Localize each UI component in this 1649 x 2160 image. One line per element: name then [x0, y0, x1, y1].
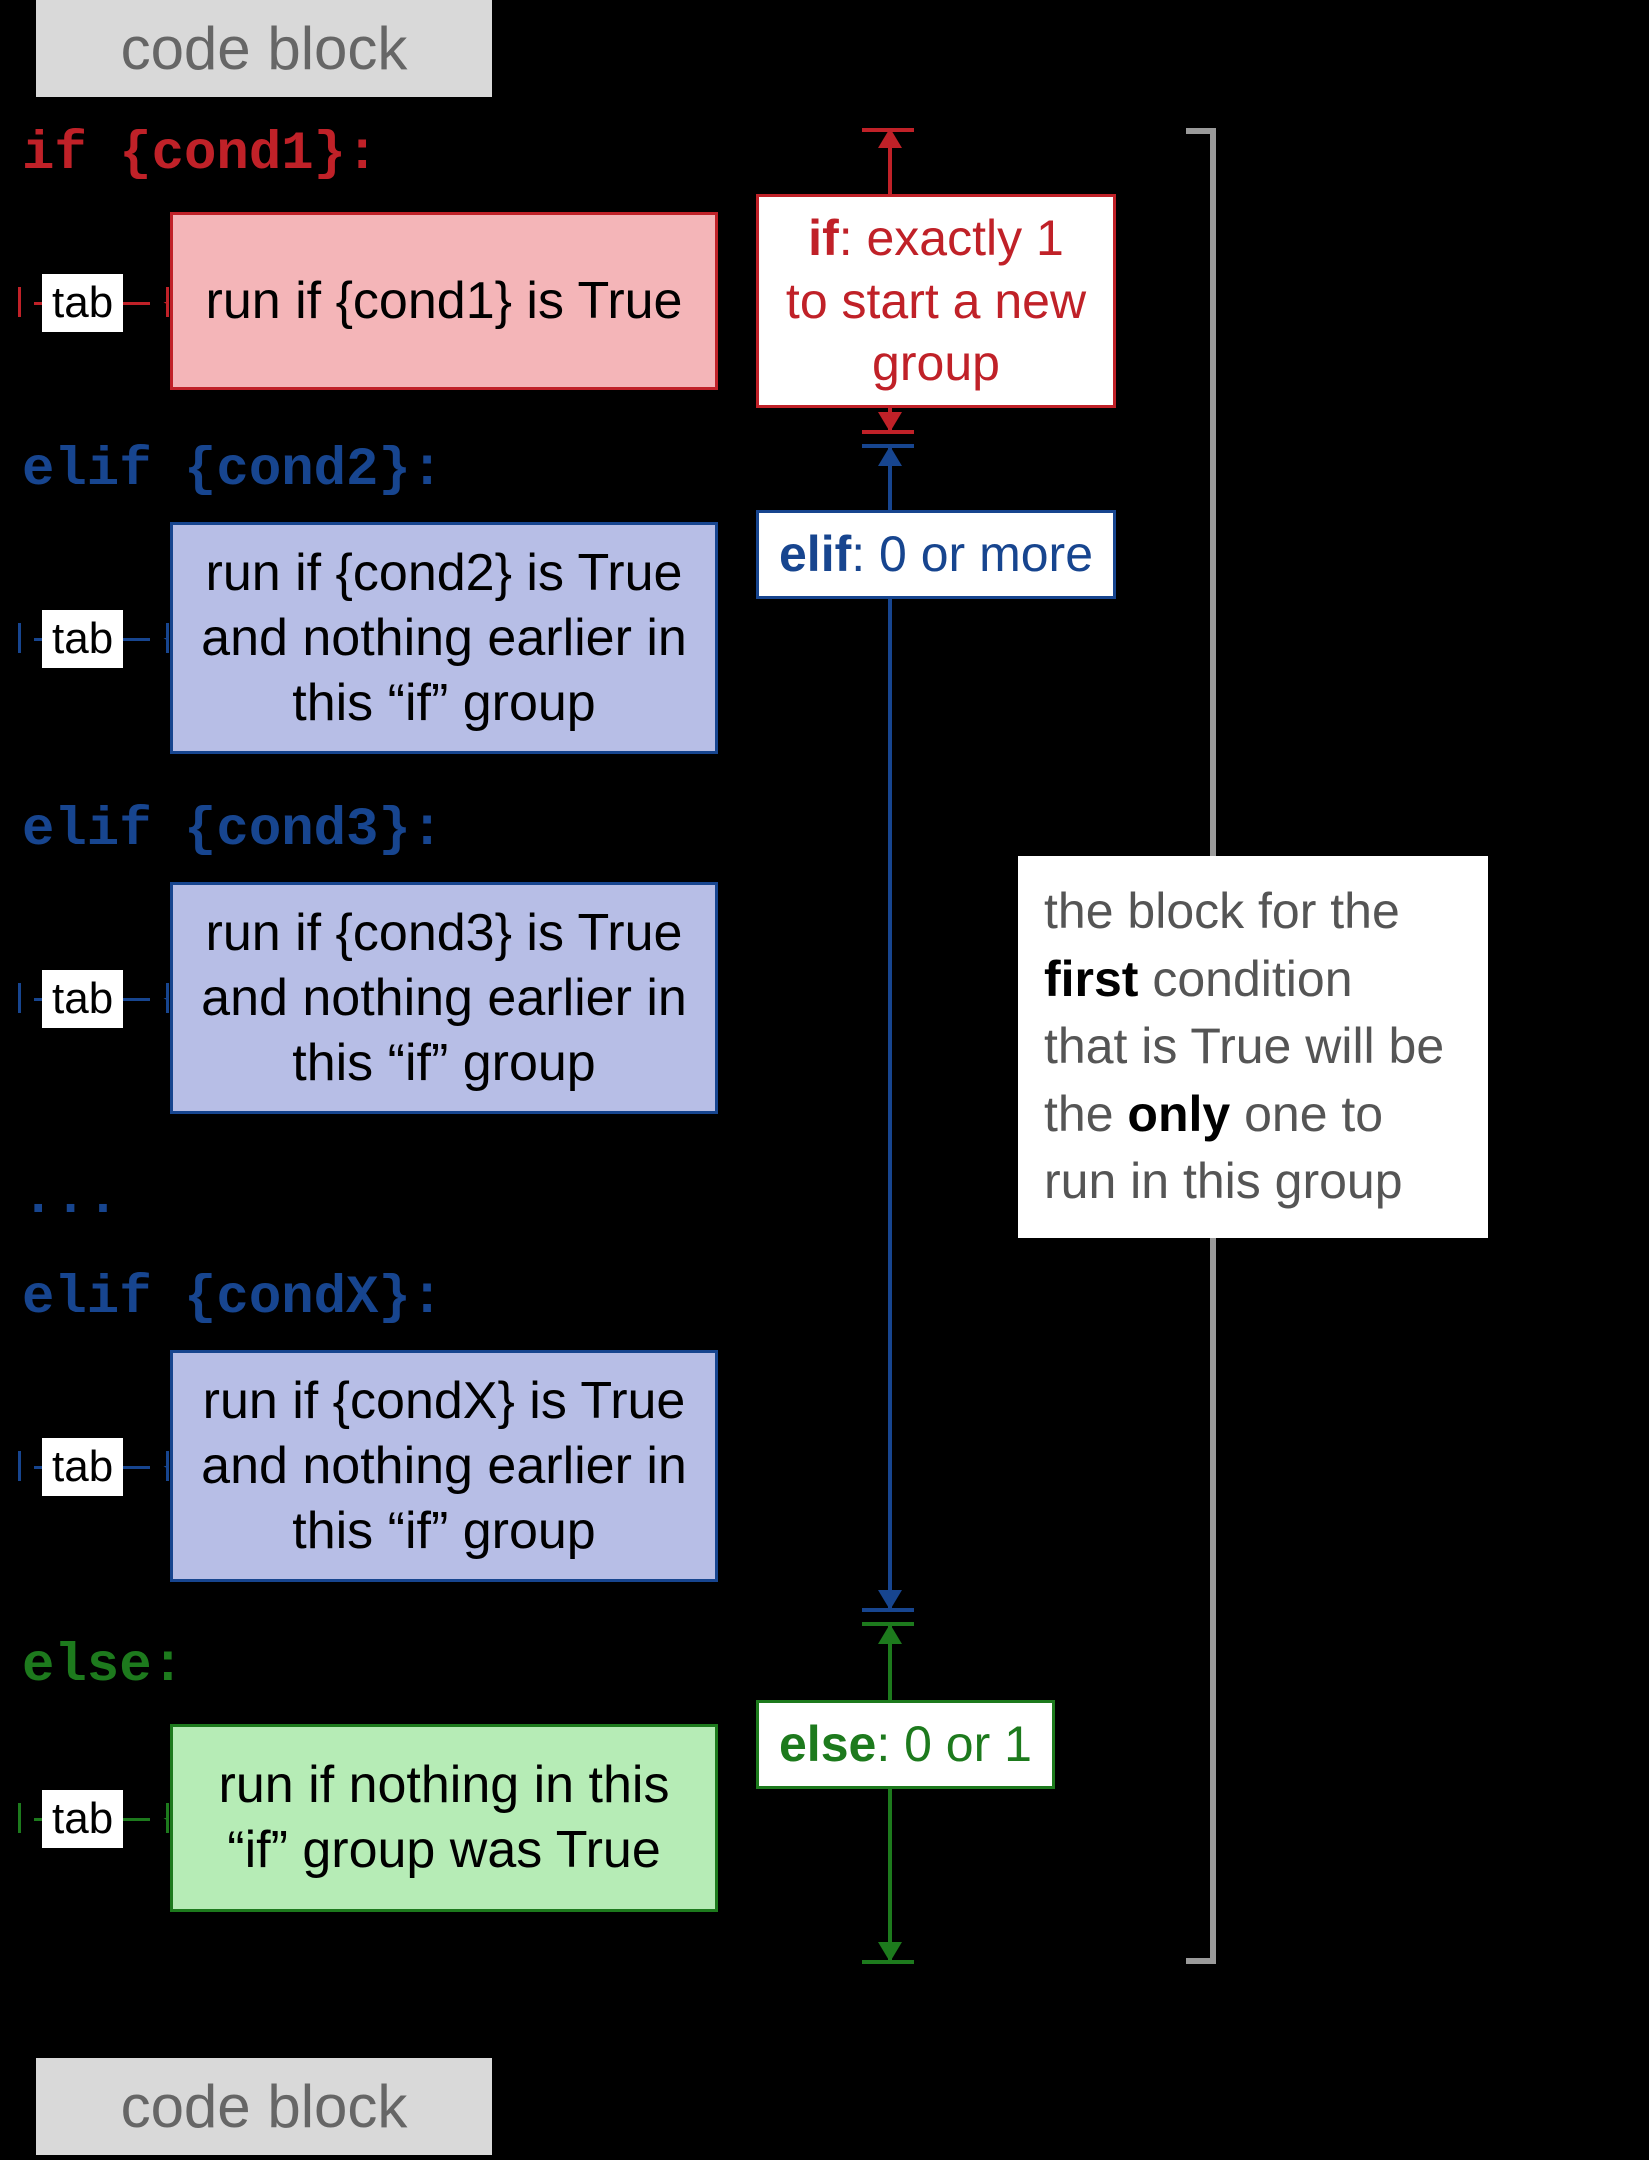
codeblock-top-label: code block — [36, 0, 492, 97]
elif2-l1: run if {cond2} is True — [206, 544, 683, 602]
elif-side-rest: : 0 or more — [851, 526, 1093, 582]
overall-l4-post: one to — [1230, 1086, 1383, 1142]
tab-label-if: tab — [42, 274, 123, 332]
else-l2: “if” group was True — [227, 1821, 661, 1879]
overall-l1: the block for the — [1044, 883, 1400, 939]
elifX-run-box: run if {condX} is True and nothing earli… — [170, 1350, 718, 1582]
overall-l5: run in this group — [1044, 1153, 1403, 1209]
elif2-l2: and nothing earlier in — [201, 609, 687, 667]
elif2-keyword-line: elif {cond2}: — [22, 440, 443, 501]
elif2-keyword: elif — [22, 440, 152, 501]
elif3-l3: this “if” group — [292, 1034, 595, 1092]
elif2-run-box: run if {cond2} is True and nothing earli… — [170, 522, 718, 754]
overall-l3: that is True will be — [1044, 1018, 1444, 1074]
tab-cap-l-elif2 — [18, 623, 21, 653]
if-side-rest: : exactly 1 — [839, 210, 1064, 266]
overall-explanation: the block for the first condition that i… — [1018, 856, 1488, 1238]
else-span-arrow-down — [878, 1942, 902, 1962]
if-side-l3: group — [872, 335, 1000, 391]
codeblock-bottom-label: code block — [36, 2058, 492, 2155]
elif-span-arrow-down — [878, 1590, 902, 1610]
else-l1: run if nothing in this — [219, 1756, 670, 1814]
elif3-l1: run if {cond3} is True — [206, 904, 683, 962]
if-keyword: if — [22, 124, 87, 185]
elifX-l3: this “if” group — [292, 1502, 595, 1560]
else-side-rest: : 0 or 1 — [876, 1716, 1032, 1772]
elif-span-line — [888, 448, 892, 1608]
else-span-tick-top — [862, 1622, 914, 1626]
elifX-cond: {condX}: — [152, 1268, 444, 1329]
else-side-kw: else — [779, 1716, 876, 1772]
overall-l4-pre: the — [1044, 1086, 1127, 1142]
tab-cap-r-else — [166, 1803, 169, 1833]
tab-cap-r-elif2 — [166, 623, 169, 653]
tab-cap-l-if — [18, 287, 21, 317]
elif2-cond: {cond2}: — [152, 440, 444, 501]
tab-cap-l-elifX — [18, 1451, 21, 1481]
if-side-kw: if — [808, 210, 839, 266]
tab-cap-r-elifX — [166, 1451, 169, 1481]
tab-label-elif2: tab — [42, 610, 123, 668]
elif-side-kw: elif — [779, 526, 851, 582]
else-colon: : — [152, 1636, 184, 1697]
elifX-l2: and nothing earlier in — [201, 1437, 687, 1495]
elif3-cond: {cond3}: — [152, 800, 444, 861]
tab-cap-r-if — [166, 287, 169, 317]
overall-only: only — [1127, 1086, 1230, 1142]
overall-l2-rest: condition — [1138, 951, 1352, 1007]
overall-first: first — [1044, 951, 1138, 1007]
elif-span-arrow-up — [878, 446, 902, 466]
if-run-box: run if {cond1} is True — [170, 212, 718, 390]
else-keyword: else — [22, 1636, 152, 1697]
ellipsis: ... — [22, 1168, 119, 1229]
elifX-l1: run if {condX} is True — [203, 1372, 686, 1430]
elif2-l3: this “if” group — [292, 674, 595, 732]
else-side-label: else: 0 or 1 — [756, 1700, 1055, 1789]
else-run-box: run if nothing in this “if” group was Tr… — [170, 1724, 718, 1912]
else-span-tick-bot — [862, 1960, 914, 1964]
if-keyword-line: if {cond1}: — [22, 124, 378, 185]
if-cond: {cond1}: — [87, 124, 379, 185]
tab-cap-l-else — [18, 1803, 21, 1833]
tab-label-elif3: tab — [42, 970, 123, 1028]
tab-label-elifX: tab — [42, 1438, 123, 1496]
elifX-keyword-line: elif {condX}: — [22, 1268, 443, 1329]
if-span-tick-bot — [862, 430, 914, 434]
if-span-arrow-down — [878, 412, 902, 432]
elif3-keyword: elif — [22, 800, 152, 861]
elif3-run-box: run if {cond3} is True and nothing earli… — [170, 882, 718, 1114]
elif3-keyword-line: elif {cond3}: — [22, 800, 443, 861]
elif3-l2: and nothing earlier in — [201, 969, 687, 1027]
elif-span-tick-top — [862, 444, 914, 448]
elif-side-label: elif: 0 or more — [756, 510, 1116, 599]
elifX-keyword: elif — [22, 1268, 152, 1329]
if-run-text: run if {cond1} is True — [206, 269, 683, 334]
else-keyword-line: else: — [22, 1636, 184, 1697]
elif-span-tick-bot — [862, 1608, 914, 1612]
else-span-arrow-up — [878, 1624, 902, 1644]
tab-cap-r-elif3 — [166, 983, 169, 1013]
if-side-l2: to start a new — [786, 273, 1086, 329]
if-span-tick-top — [862, 128, 914, 132]
if-side-label: if: exactly 1 to start a new group — [756, 194, 1116, 408]
tab-label-else: tab — [42, 1790, 123, 1848]
else-span-line — [888, 1626, 892, 1960]
tab-cap-l-elif3 — [18, 983, 21, 1013]
